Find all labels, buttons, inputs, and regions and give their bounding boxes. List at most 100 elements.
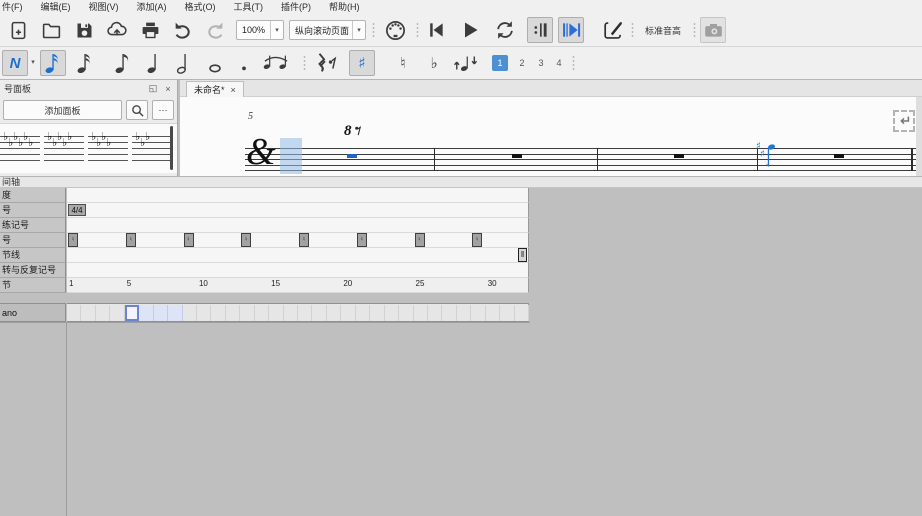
measure-cell-14[interactable]	[255, 305, 269, 321]
key-signature-badge[interactable]: ♮	[415, 233, 425, 247]
measure-cell-17[interactable]	[298, 305, 312, 321]
barline[interactable]	[597, 148, 598, 171]
sharp-button[interactable]: ♯	[349, 50, 375, 76]
measure-cell-19[interactable]	[327, 305, 341, 321]
palette-scrollbar[interactable]	[170, 126, 173, 170]
play-button[interactable]	[457, 17, 483, 43]
whole-rest[interactable]	[512, 154, 522, 158]
key-signature-badge[interactable]: ♮	[357, 233, 367, 247]
measure-cell-7[interactable]	[154, 305, 168, 321]
duration-16th-button[interactable]	[72, 50, 98, 76]
play-repeats-button[interactable]	[527, 17, 553, 43]
measure-cell-27[interactable]	[442, 305, 456, 321]
print-button[interactable]	[137, 17, 163, 43]
measure-cell-24[interactable]	[399, 305, 413, 321]
barline[interactable]	[434, 148, 435, 171]
duration-8th-button[interactable]	[110, 50, 136, 76]
key-signature-badge[interactable]: ♮	[241, 233, 251, 247]
flat-button[interactable]: ♭	[421, 50, 447, 76]
undock-icon[interactable]: ◱	[147, 83, 159, 95]
menu-edit[interactable]: 编辑(E)	[32, 0, 80, 14]
selected-whole-rest[interactable]	[347, 154, 357, 158]
key-signature-5-flats[interactable]: ♭♭♭♭♭	[44, 128, 84, 170]
note-input-dropdown-arrow[interactable]: ▾	[28, 58, 38, 66]
measure-cell-9[interactable]	[183, 305, 197, 321]
flip-direction-button[interactable]	[450, 50, 482, 76]
midi-input-button[interactable]	[382, 17, 408, 43]
menu-help[interactable]: 帮助(H)	[320, 0, 369, 14]
menu-plugins[interactable]: 插件(P)	[272, 0, 320, 14]
key-signature-badge[interactable]: ♮	[299, 233, 309, 247]
measure-cell-22[interactable]	[370, 305, 384, 321]
system-break-marker[interactable]	[893, 110, 915, 132]
voice-3-button[interactable]: 3	[533, 55, 549, 71]
menu-format[interactable]: 格式(O)	[176, 0, 225, 14]
tab-close-icon[interactable]: ×	[231, 85, 236, 95]
measure-cell-26[interactable]	[428, 305, 442, 321]
measure-cell-2[interactable]	[81, 305, 95, 321]
metronome-mark-button[interactable]	[600, 17, 626, 43]
redo-button[interactable]	[202, 17, 228, 43]
image-capture-button[interactable]	[700, 17, 726, 43]
open-file-button[interactable]	[38, 17, 64, 43]
key-signature-badge[interactable]: ♮	[126, 233, 136, 247]
save-button[interactable]	[71, 17, 97, 43]
tab-untitled[interactable]: 未命名* ×	[186, 81, 244, 97]
barline[interactable]	[911, 148, 913, 171]
tie-button[interactable]	[258, 50, 294, 76]
selected-note[interactable]: ♯ ♯	[755, 141, 777, 173]
voice-2-button[interactable]: 2	[514, 55, 530, 71]
measure-cell-8[interactable]	[168, 305, 182, 321]
key-signature-badge[interactable]: ♮	[68, 233, 78, 247]
page-view-select[interactable]: 纵向滚动页面 ▾	[289, 20, 366, 40]
measure-cell-28[interactable]	[457, 305, 471, 321]
close-icon[interactable]: ×	[162, 83, 174, 95]
key-signature-6-flats[interactable]: ♭♭♭♭♭♭	[0, 128, 40, 170]
instrument-row-label[interactable]: ano	[0, 303, 66, 322]
measure-cell-13[interactable]	[240, 305, 254, 321]
pan-score-button[interactable]	[558, 17, 584, 43]
score-canvas[interactable]: 5 & 8 ♯ ♯	[180, 97, 922, 176]
row-grid-jumps[interactable]	[67, 263, 529, 278]
search-palettes-button[interactable]	[126, 100, 148, 120]
measure-cell-32[interactable]	[515, 305, 529, 321]
rest-button[interactable]	[310, 50, 340, 76]
save-online-button[interactable]	[104, 17, 130, 43]
duration-half-button[interactable]	[172, 50, 198, 76]
whole-rest[interactable]	[834, 154, 844, 158]
measure-cell-6[interactable]	[139, 305, 153, 321]
undo-button[interactable]	[170, 17, 196, 43]
menu-add[interactable]: 添加(A)	[128, 0, 176, 14]
duration-whole-button[interactable]	[202, 50, 228, 76]
measure-cell-23[interactable]	[385, 305, 399, 321]
measure-cell-18[interactable]	[312, 305, 326, 321]
measure-cell-16[interactable]	[284, 305, 298, 321]
note-input-mode-button[interactable]: N	[2, 50, 28, 76]
key-signature-3-flats[interactable]: ♭♭♭	[132, 128, 172, 170]
measure-cell-20[interactable]	[341, 305, 355, 321]
measure-cell-1[interactable]	[67, 305, 81, 321]
measure-cell-15[interactable]	[269, 305, 283, 321]
row-grid-barlines[interactable]: ‖	[67, 248, 529, 263]
palette-more-button[interactable]: ⋯	[152, 100, 174, 120]
measure-cell-21[interactable]	[356, 305, 370, 321]
natural-button[interactable]: ♮	[390, 50, 416, 76]
duration-quarter-button[interactable]	[142, 50, 168, 76]
loop-playback-button[interactable]	[492, 17, 518, 43]
measure-ruler[interactable]: 151015202530	[67, 278, 529, 293]
key-signature-4-flats[interactable]: ♭♭♭♭	[88, 128, 128, 170]
concert-pitch-button[interactable]: 标准音高	[639, 20, 687, 40]
new-score-button[interactable]	[5, 17, 31, 43]
instrument-measure-grid[interactable]	[67, 303, 529, 322]
voice-1-button[interactable]: 1	[492, 55, 508, 71]
measure-cell-12[interactable]	[226, 305, 240, 321]
measure-cell-25[interactable]	[414, 305, 428, 321]
final-barline-badge[interactable]: ‖	[518, 248, 527, 262]
whole-rest[interactable]	[674, 154, 684, 158]
key-signature-badge[interactable]: ♮	[472, 233, 482, 247]
duration-32nd-button[interactable]	[40, 50, 66, 76]
measure-cell-11[interactable]	[211, 305, 225, 321]
measure-cell-10[interactable]	[197, 305, 211, 321]
menu-file[interactable]: 件(F)	[0, 0, 32, 14]
row-grid-tempo[interactable]	[67, 188, 529, 203]
